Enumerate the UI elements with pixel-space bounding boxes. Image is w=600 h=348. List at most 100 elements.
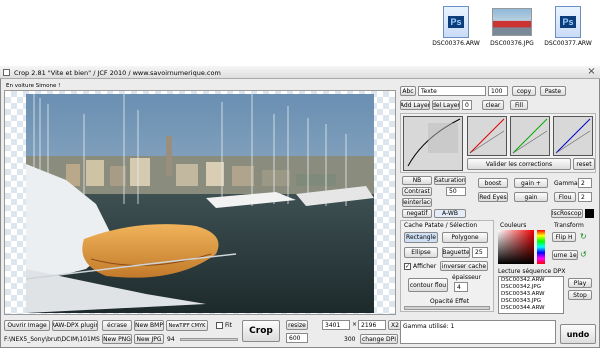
tourne-button[interactable]: tourne 1e/4	[552, 250, 578, 260]
contour-input[interactable]: 4	[454, 282, 468, 292]
polygone-button[interactable]: Polygone	[442, 232, 488, 243]
luminance-curve[interactable]	[403, 116, 463, 171]
app-icon	[3, 69, 10, 76]
baguette-button[interactable]: Baguette	[442, 247, 470, 258]
list-item[interactable]: DSC00343.JPG	[499, 298, 563, 305]
desktop-file-2[interactable]: DSC00376.JPG	[482, 6, 542, 47]
jpg-quality-value: 94	[167, 336, 175, 343]
paste-button[interactable]: Paste	[540, 86, 566, 96]
file-name: DSC00376.JPG	[490, 40, 534, 47]
flou-button[interactable]: Flou	[554, 192, 576, 202]
afficher-label: Afficher	[413, 263, 437, 270]
desktop-file-3[interactable]: Ps DSC00377.ARW	[538, 6, 598, 47]
color-swatch	[585, 209, 594, 218]
change-dpi-button[interactable]: change DPI	[360, 334, 398, 344]
list-item[interactable]: DSC00344.ARW	[499, 305, 563, 312]
play-button[interactable]: Play	[568, 278, 592, 288]
saturation-value[interactable]: 50	[446, 187, 466, 196]
desktop-file-1[interactable]: Ps DSC00376.ARW	[426, 6, 486, 47]
photoshop-file-icon: Ps	[555, 6, 581, 38]
undo-button[interactable]: undo	[560, 324, 596, 344]
color-picker[interactable]	[498, 230, 534, 264]
jpg-quality-slider[interactable]	[180, 338, 238, 341]
stop-button[interactable]: Stop	[568, 290, 592, 300]
boost-button[interactable]: boost	[478, 178, 508, 188]
green-curve[interactable]	[510, 116, 550, 156]
harbor-photo	[26, 94, 374, 313]
resize-button[interactable]: resize	[286, 320, 308, 330]
awb-button[interactable]: A-WB	[434, 209, 466, 218]
contrast-button[interactable]: Contrast	[402, 187, 432, 196]
open-image-button[interactable]: Ouvrir Image	[4, 320, 50, 331]
oscilloscope-button[interactable]: OscRoscope	[551, 209, 583, 218]
blue-curve[interactable]	[553, 116, 593, 156]
fit-label: Fit	[225, 322, 233, 329]
nb-button[interactable]: NB	[402, 176, 432, 185]
raw-dpx-plugin-button[interactable]: RAW-DPX plugin	[52, 320, 98, 331]
sequence-list[interactable]: DSC00342.ARW DSC00342.JPG DSC00343.ARW D…	[498, 276, 564, 314]
opacite-label: Opacité Effet	[430, 298, 470, 305]
sequence-title: Lecture séquence DPX	[498, 268, 566, 275]
ecrase-button[interactable]: écrase	[102, 320, 132, 331]
fill-button[interactable]: Fill	[510, 100, 528, 110]
status-message: En voiture Simone !	[6, 83, 61, 89]
photoshop-file-icon: Ps	[443, 6, 469, 38]
text-input[interactable]: Texte	[418, 86, 486, 96]
add-layer-button[interactable]: Add Layer	[400, 100, 430, 110]
red-curve[interactable]	[467, 116, 507, 156]
deinterlace-button[interactable]: deinterlace	[402, 198, 432, 207]
gamma-input[interactable]: 2	[578, 178, 592, 188]
gain-plus-button[interactable]: gain +	[514, 178, 548, 188]
flip-h-button[interactable]: Flip H	[552, 232, 576, 242]
list-item[interactable]: DSC00342.ARW	[499, 277, 563, 284]
afficher-checkbox[interactable]: ✓	[404, 263, 411, 270]
del-layer-button[interactable]: del Layer	[432, 100, 460, 110]
gamma-status-field: Gamma utilisé: 1	[400, 320, 556, 344]
ellipse-button[interactable]: Ellipse	[404, 247, 438, 258]
saturation-button[interactable]: Saturation	[434, 176, 466, 185]
clear-button[interactable]: clear	[482, 100, 504, 110]
rectangle-button[interactable]: Rectangle	[404, 232, 438, 243]
new-png-button[interactable]: New PNG	[102, 334, 132, 344]
couleurs-title: Couleurs	[500, 222, 527, 229]
crop-button[interactable]: Crop	[242, 320, 280, 342]
resize-value-input[interactable]: 600	[286, 333, 308, 343]
hue-slider[interactable]	[537, 230, 545, 264]
list-item[interactable]: DSC00342.JPG	[499, 284, 563, 291]
epaisseur-label: épaisseur	[452, 274, 482, 281]
rotate-ccw-icon[interactable]: ↺	[580, 250, 592, 260]
width-input[interactable]: 3401	[322, 320, 350, 330]
text-size-input[interactable]: 100	[488, 86, 508, 96]
new-bmp-button[interactable]: New BMP	[134, 320, 164, 331]
image-thumbnail-icon	[492, 8, 532, 36]
window-title: Crop 2.81 "Vite et bien" / JCF 2010 / ww…	[14, 69, 221, 77]
reset-button[interactable]: reset	[573, 158, 595, 170]
transform-title: Transform	[554, 222, 584, 229]
contour-flou-button[interactable]: contour flou	[408, 278, 448, 292]
opacite-slider[interactable]	[404, 306, 490, 310]
list-item[interactable]: DSC00343.ARW	[499, 291, 563, 298]
current-path: F:\NEX5_Sony\brut\DCIM\101MSD!	[4, 336, 100, 343]
copy-button[interactable]: copy	[512, 86, 536, 96]
new-jpg-button[interactable]: New JPG	[134, 334, 164, 344]
flou-input[interactable]: 2	[578, 192, 592, 202]
negatif-button[interactable]: negatif	[402, 209, 432, 218]
height-input[interactable]: 2196	[358, 320, 386, 330]
file-name: DSC00376.ARW	[432, 40, 480, 47]
gamma-label: Gamma	[554, 180, 578, 187]
rotate-icon[interactable]: ↻	[580, 232, 592, 242]
file-name: DSC00377.ARW	[544, 40, 592, 47]
abc-button[interactable]: Abc	[400, 86, 416, 96]
validate-corrections-button[interactable]: Valider les corrections	[467, 158, 571, 170]
close-icon[interactable]: ×	[585, 66, 598, 78]
gain-button[interactable]: gain	[514, 192, 548, 202]
baguette-input[interactable]: 25	[472, 247, 488, 258]
inverser-cache-button[interactable]: inverser cache	[440, 261, 488, 271]
red-eyes-button[interactable]: Red Eyes	[478, 192, 508, 202]
layer-index-input[interactable]: 0	[462, 100, 472, 110]
new-tiff-cmyk-button[interactable]: NewTIFF CMYK	[166, 320, 208, 331]
fit-checkbox[interactable]	[216, 322, 223, 329]
selection-title: Cache Patate / Sélection	[404, 222, 478, 229]
dpi-value: 300	[344, 336, 356, 343]
times-label: ×	[352, 321, 358, 328]
